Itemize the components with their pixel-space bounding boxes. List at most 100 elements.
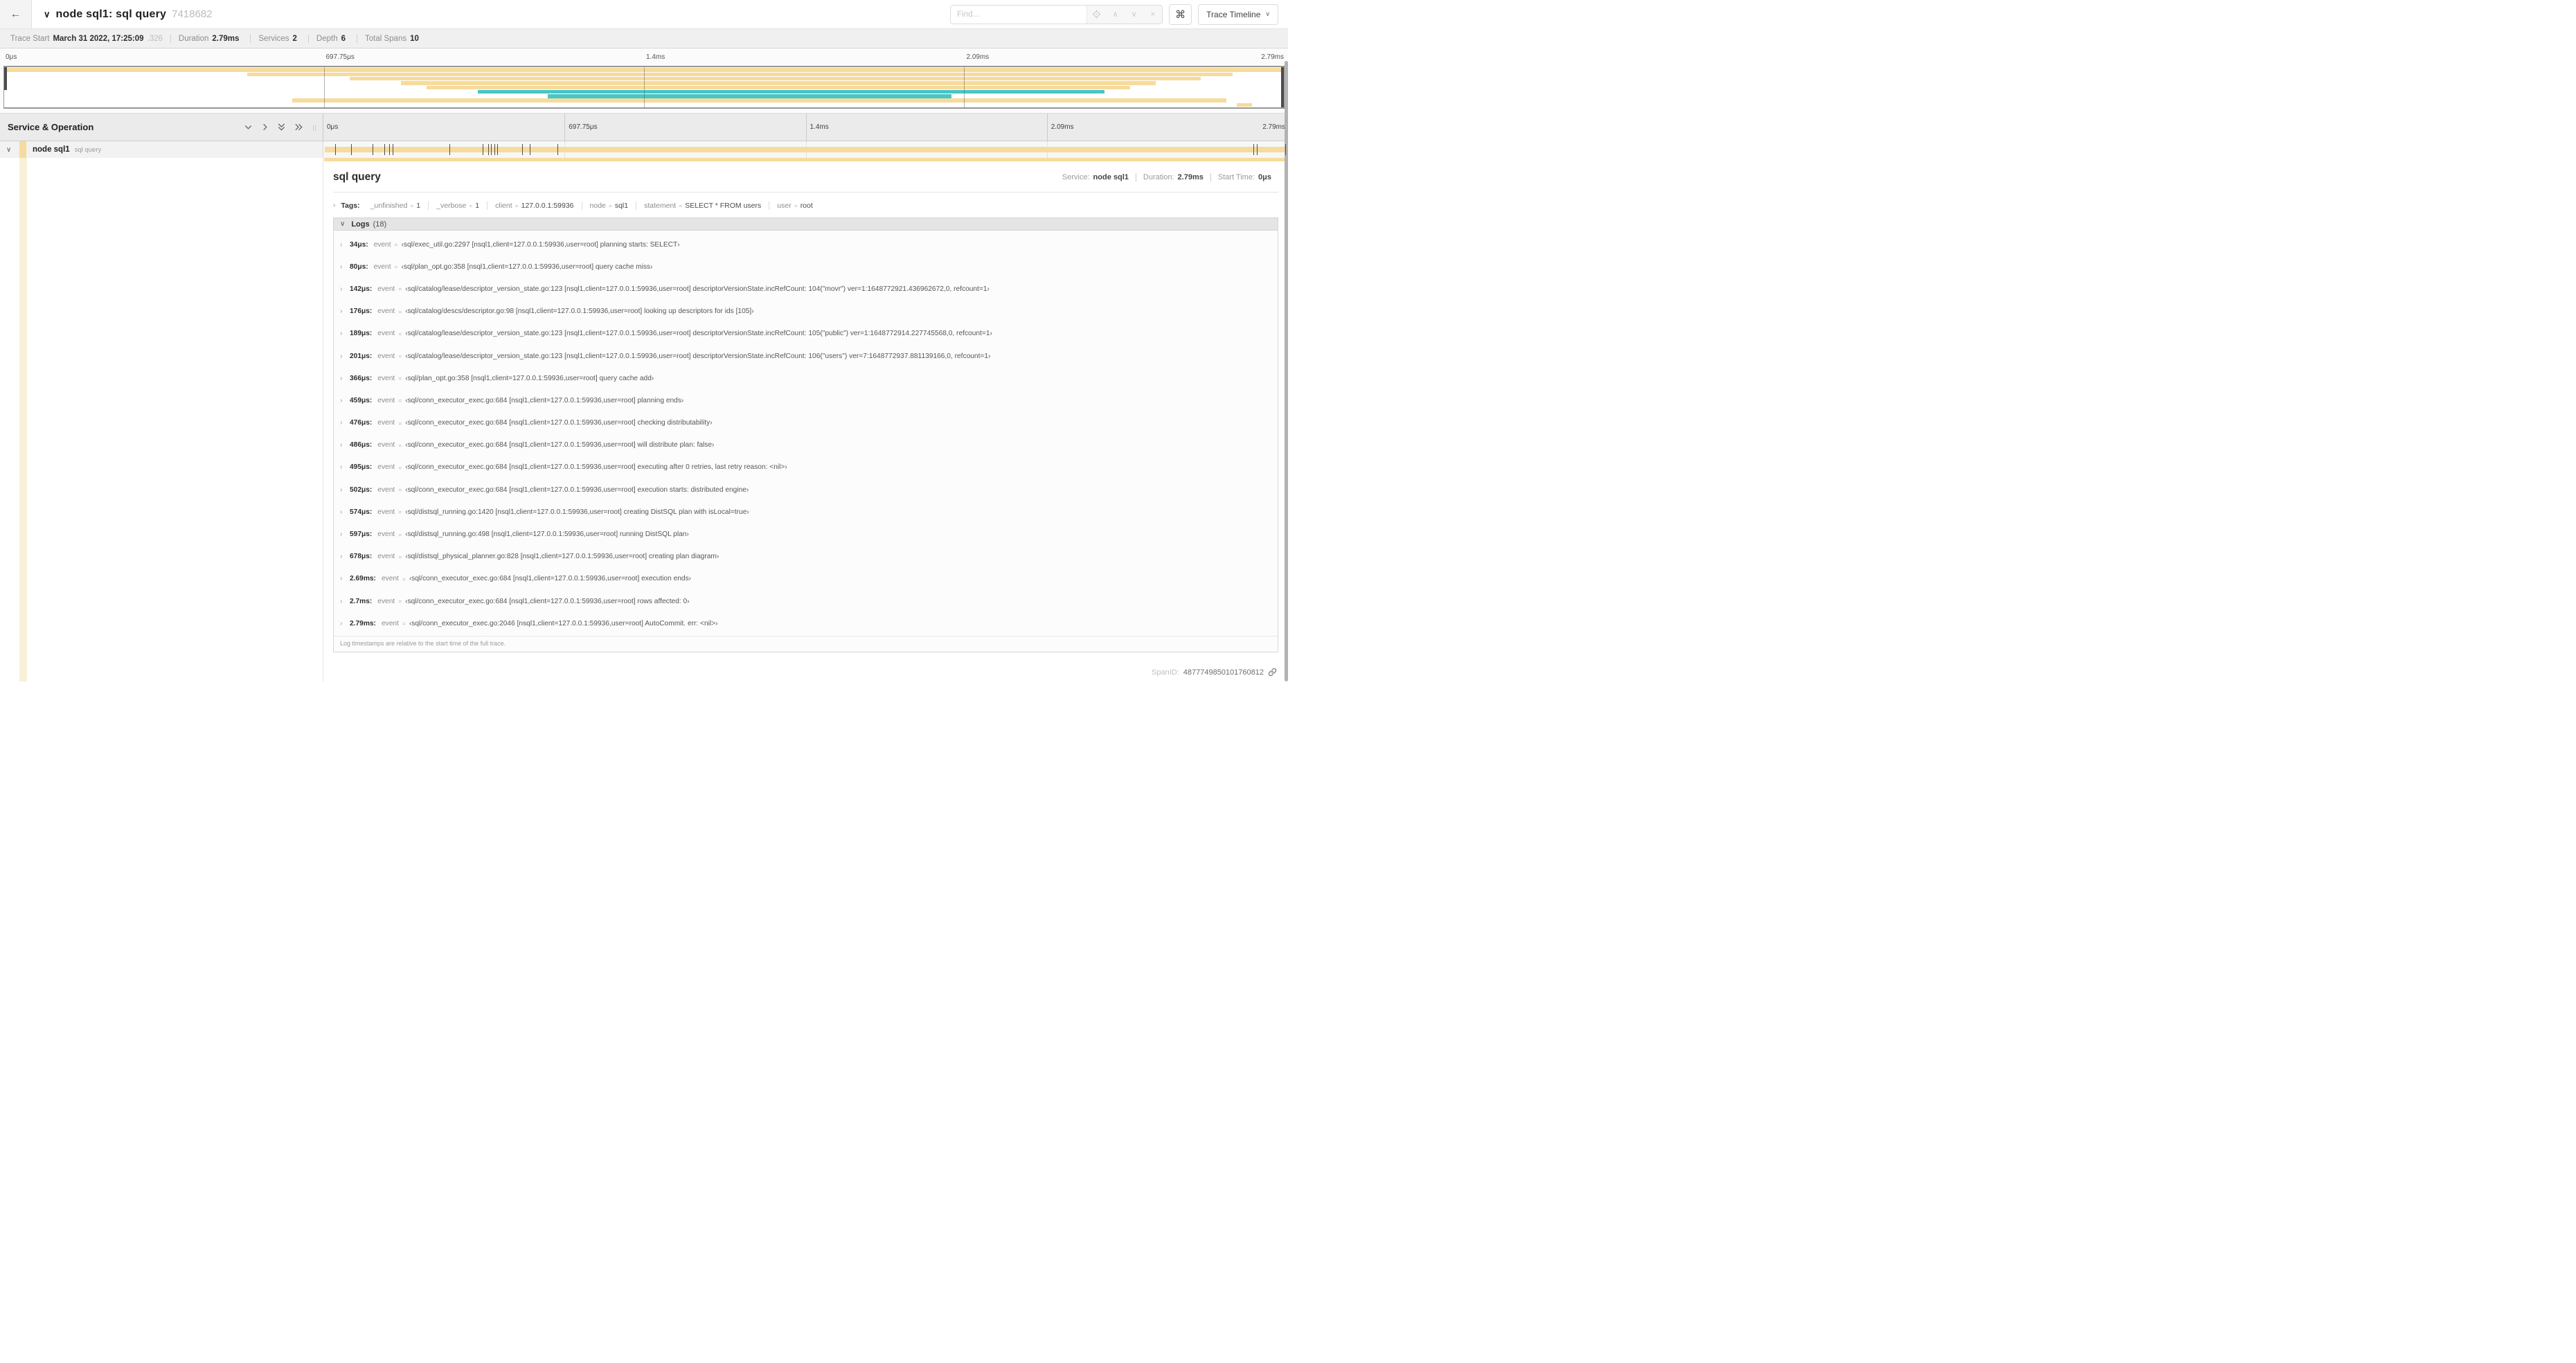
- log-entry[interactable]: › 597μs: event = ‹sql/distsql_running.go…: [334, 523, 1278, 545]
- log-entry[interactable]: › 459μs: event = ‹sql/conn_executor_exec…: [334, 389, 1278, 411]
- minimap-span-bar: [548, 94, 951, 98]
- log-entry[interactable]: › 176μs: event = ‹sql/catalog/descs/desc…: [334, 301, 1278, 323]
- logs-count: (18): [373, 220, 387, 229]
- span-row[interactable]: ∨ node sql1 sql query: [0, 141, 1288, 158]
- log-timestamp: 189μs:: [350, 330, 373, 338]
- find-clear-icon[interactable]: ×: [1143, 6, 1162, 24]
- span-id-footer: SpanID: 4877749850101760812: [1152, 668, 1277, 677]
- column-resizer-grip[interactable]: ||: [312, 124, 317, 131]
- view-selector-button[interactable]: Trace Timeline ∨: [1198, 3, 1278, 25]
- expand-one-icon[interactable]: [260, 123, 269, 132]
- log-field-name: event: [377, 330, 395, 338]
- log-entry[interactable]: › 574μs: event = ‹sql/distsql_running.go…: [334, 501, 1278, 523]
- span-detail-meta: Service: node sql1 Duration: 2.79ms Star…: [1055, 173, 1278, 181]
- logs-accordion-header[interactable]: ∨ Logs (18): [334, 218, 1278, 231]
- equals-sign: =: [794, 202, 798, 209]
- log-message: ‹sql/catalog/lease/descriptor_version_st…: [405, 285, 990, 293]
- chevron-right-icon: ›: [340, 441, 343, 449]
- span-row-timeline-cell[interactable]: [323, 141, 1288, 158]
- minimap-span-bar: [1236, 103, 1252, 107]
- log-entry[interactable]: › 2.7ms: event = ‹sql/conn_executor_exec…: [334, 590, 1278, 612]
- log-entry[interactable]: › 2.79ms: event = ‹sql/conn_executor_exe…: [334, 612, 1278, 634]
- log-message: ‹sql/catalog/lease/descriptor_version_st…: [405, 352, 991, 360]
- log-entry[interactable]: › 80μs: event = ‹sql/plan_opt.go:358 [ns…: [334, 256, 1278, 278]
- log-marker-tick: [521, 144, 523, 155]
- equals-sign: =: [398, 553, 402, 560]
- log-message: ‹sql/catalog/lease/descriptor_version_st…: [405, 330, 992, 338]
- copy-link-icon[interactable]: [1268, 668, 1277, 677]
- log-field-name: event: [381, 619, 399, 627]
- minimap-gridline: [644, 67, 645, 107]
- log-message: ‹sql/distsql_physical_planner.go:828 [ns…: [405, 553, 719, 561]
- log-entry[interactable]: › 366μs: event = ‹sql/plan_opt.go:358 [n…: [334, 367, 1278, 389]
- chevron-down-icon: ∨: [340, 220, 346, 228]
- log-field-name: event: [377, 508, 395, 516]
- equals-sign: =: [679, 202, 683, 209]
- view-selector-label: Trace Timeline: [1206, 9, 1261, 19]
- trace-meta-item: Duration 2.79ms: [170, 34, 250, 43]
- find-group: ∧ ∨ ×: [950, 4, 1163, 24]
- log-entry[interactable]: › 486μs: event = ‹sql/conn_executor_exec…: [334, 434, 1278, 456]
- log-field-name: event: [377, 553, 395, 561]
- minimap-gridline: [964, 67, 965, 107]
- expand-all-icon[interactable]: [294, 123, 304, 132]
- span-detail-meta-item: Service: node sql1: [1055, 173, 1136, 181]
- equals-sign: =: [469, 202, 473, 209]
- meta-value: 10: [410, 34, 419, 43]
- equals-sign: =: [402, 620, 406, 627]
- find-input[interactable]: [951, 5, 1087, 24]
- log-entry[interactable]: › 189μs: event = ‹sql/catalog/lease/desc…: [334, 323, 1278, 345]
- minimap-tick-label-end: 2.79ms: [1261, 53, 1284, 61]
- locate-icon[interactable]: [1087, 6, 1106, 24]
- equals-sign: =: [398, 463, 402, 471]
- minimap-range-handle-right[interactable]: [1281, 67, 1284, 107]
- minimap-tick-label: 1.4ms: [646, 53, 665, 61]
- log-entry[interactable]: › 142μs: event = ‹sql/catalog/lease/desc…: [334, 278, 1278, 300]
- log-entry[interactable]: › 2.69ms: event = ‹sql/conn_executor_exe…: [334, 568, 1278, 590]
- find-prev-icon[interactable]: ∧: [1106, 6, 1125, 24]
- log-entry[interactable]: › 34μs: event = ‹sql/exec_util.go:2297 […: [334, 233, 1278, 256]
- log-entry[interactable]: › 678μs: event = ‹sql/distsql_physical_p…: [334, 546, 1278, 568]
- back-button[interactable]: ←: [0, 0, 32, 28]
- span-row-name-cell[interactable]: ∨ node sql1 sql query: [0, 141, 323, 158]
- tag-item: client = 127.0.0.1:59936: [487, 201, 581, 210]
- minimap-tick-label: 697.75μs: [325, 53, 355, 61]
- span-duration-bar[interactable]: [325, 147, 1287, 152]
- chevron-down-icon[interactable]: ∨: [0, 146, 15, 154]
- log-message: ‹sql/plan_opt.go:358 [nsql1,client=127.0…: [405, 374, 654, 382]
- span-indent-guide: [19, 158, 27, 682]
- trace-collapse-chevron-icon[interactable]: ∨: [44, 9, 51, 20]
- find-buttons: ∧ ∨ ×: [1086, 5, 1163, 24]
- log-entry[interactable]: › 502μs: event = ‹sql/conn_executor_exec…: [334, 479, 1278, 501]
- log-timestamp: 142μs:: [350, 285, 373, 293]
- log-message: ‹sql/plan_opt.go:358 [nsql1,client=127.0…: [401, 262, 653, 271]
- collapse-controls: [244, 122, 304, 132]
- log-entry[interactable]: › 476μs: event = ‹sql/conn_executor_exec…: [334, 412, 1278, 434]
- tag-key: _unfinished: [370, 201, 408, 210]
- tag-value: sql1: [614, 201, 629, 210]
- log-timestamp: 201μs:: [350, 352, 373, 360]
- minimap-tick-label: 2.09ms: [966, 53, 990, 61]
- meta-value: 2.79ms: [212, 34, 240, 43]
- find-next-icon[interactable]: ∨: [1125, 6, 1143, 24]
- log-marker-tick: [491, 144, 492, 155]
- log-message: ‹sql/conn_executor_exec.go:684 [nsql1,cl…: [405, 463, 787, 472]
- span-tree-left-panel: [0, 158, 323, 682]
- log-field-name: event: [373, 262, 391, 271]
- log-entry[interactable]: › 201μs: event = ‹sql/catalog/lease/desc…: [334, 345, 1278, 367]
- log-message: ‹sql/catalog/descs/descriptor.go:98 [nsq…: [405, 308, 754, 316]
- log-field-name: event: [377, 485, 395, 494]
- tags-accordion[interactable]: › Tags: _unfinished = 1 _verbose = 1 cli…: [333, 199, 1278, 211]
- log-marker-tick: [494, 144, 495, 155]
- minimap-range-handle-left[interactable]: [4, 67, 7, 91]
- collapse-all-icon[interactable]: [277, 122, 286, 132]
- logs-section: ∨ Logs (18) › 34μs: event = ‹sql/exec_ut…: [333, 217, 1278, 653]
- minimap-canvas[interactable]: [3, 66, 1285, 109]
- collapse-one-icon[interactable]: [244, 123, 253, 132]
- meta-value: 6: [341, 34, 346, 43]
- log-timestamp: 80μs:: [350, 262, 368, 271]
- log-message: ‹sql/conn_executor_exec.go:684 [nsql1,cl…: [405, 441, 715, 449]
- page-title: node sql1: sql query: [55, 8, 167, 20]
- log-entry[interactable]: › 495μs: event = ‹sql/conn_executor_exec…: [334, 456, 1278, 479]
- keyboard-shortcuts-button[interactable]: ⌘: [1169, 3, 1192, 25]
